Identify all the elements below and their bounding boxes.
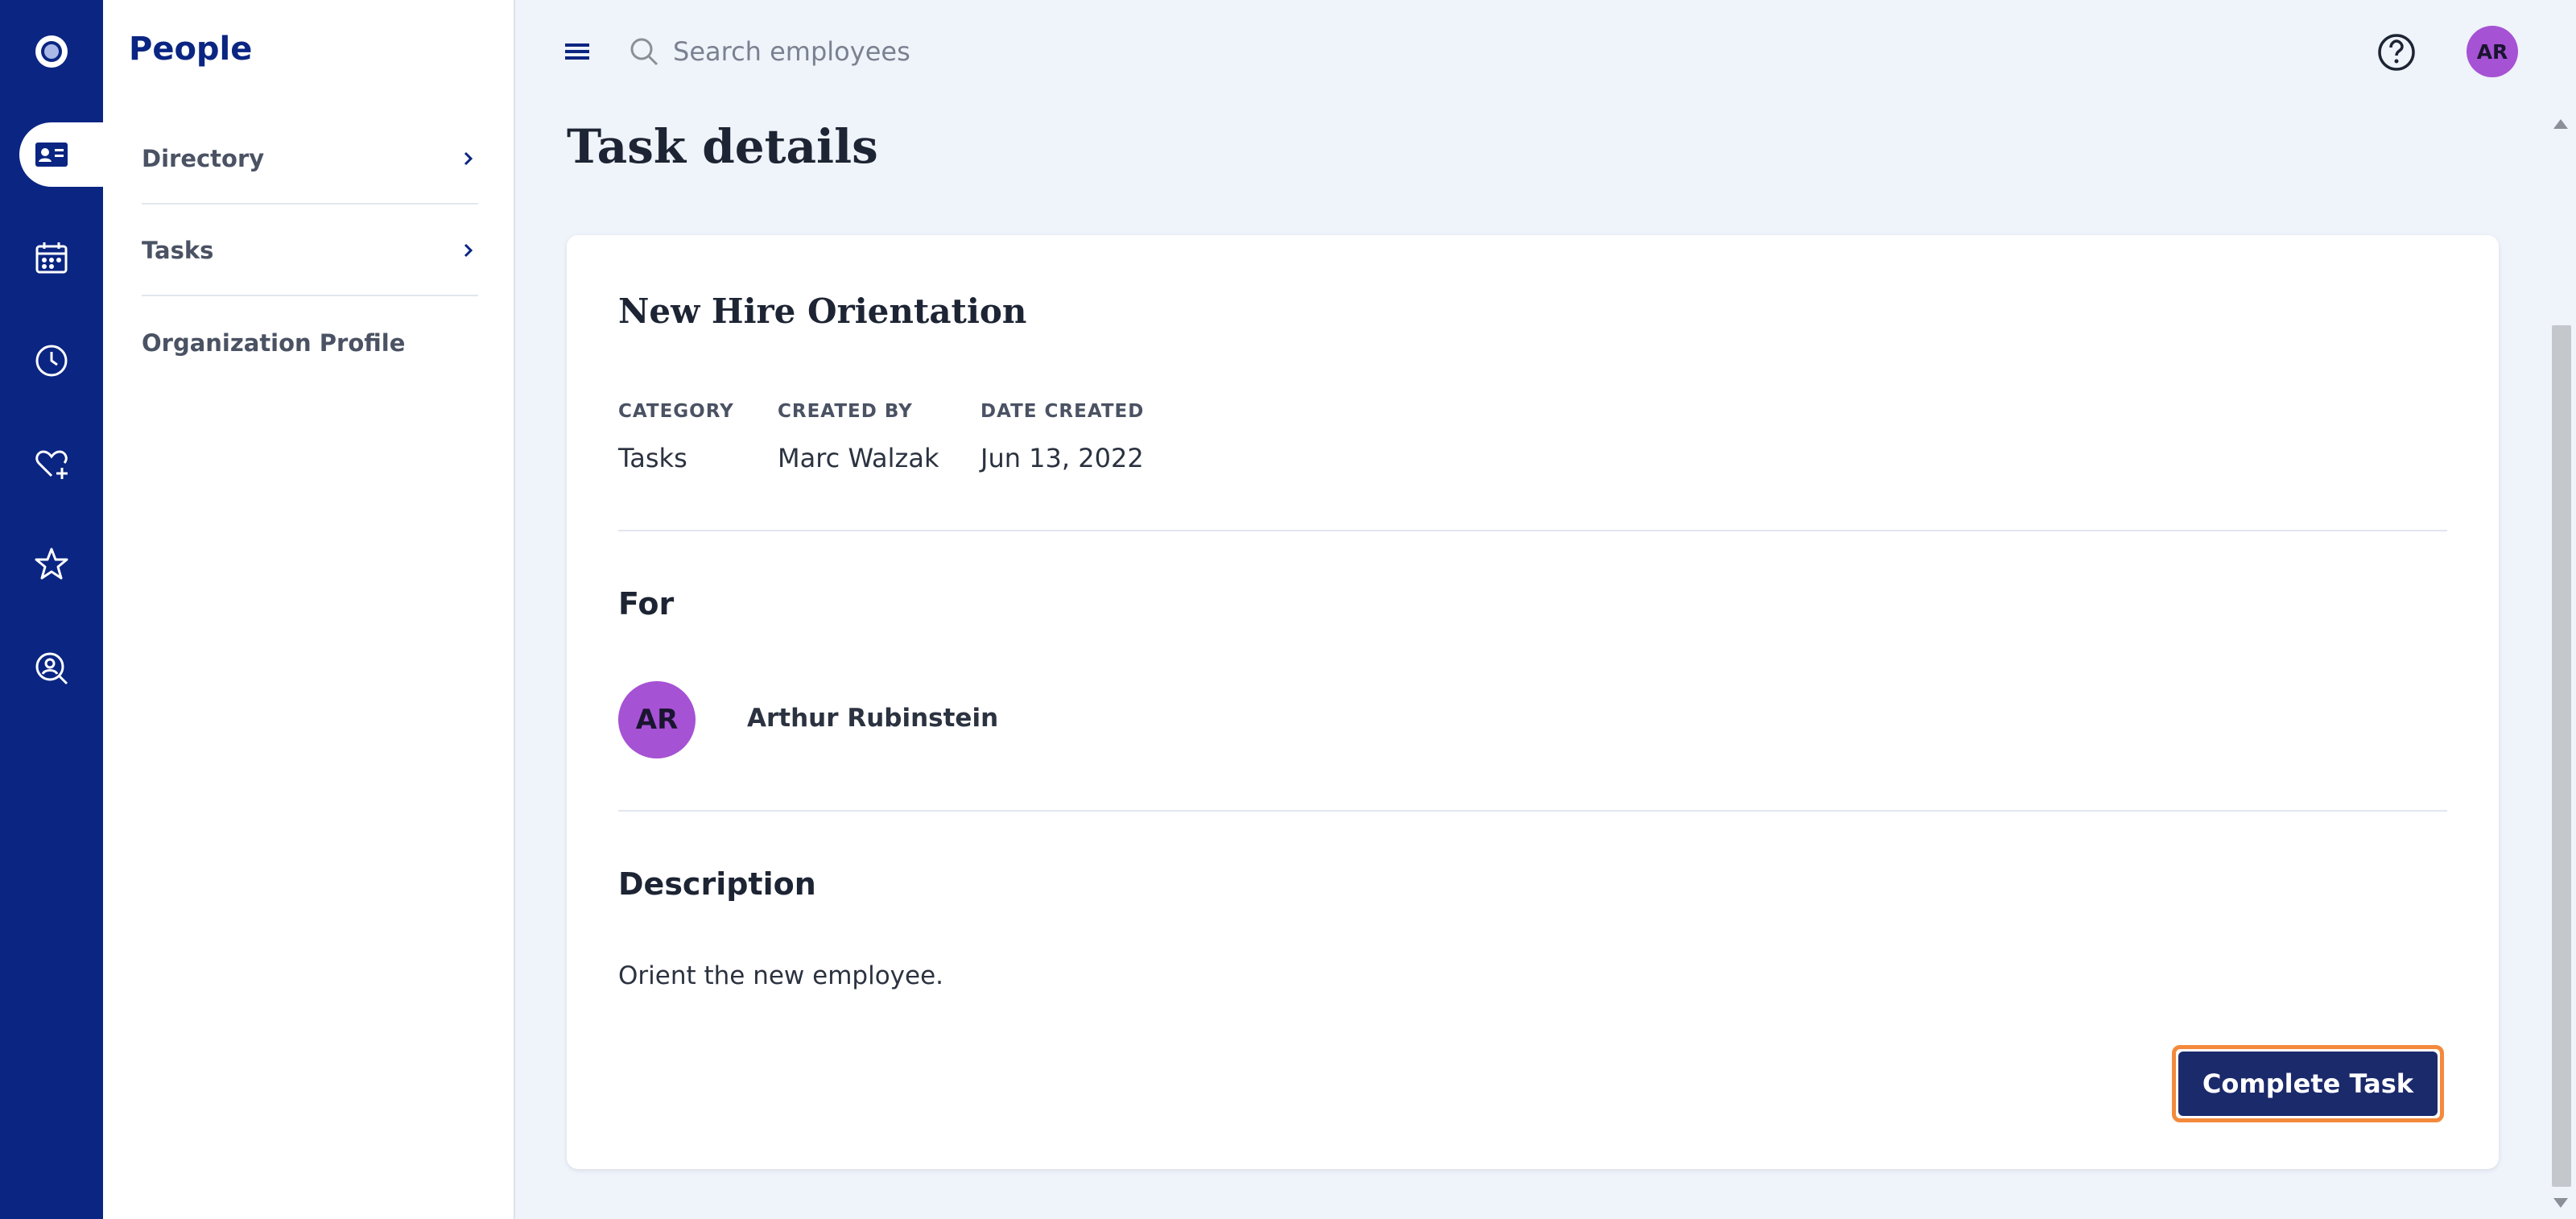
meta-label: CREATED BY [778, 401, 913, 422]
assignee-avatar: AR [618, 681, 696, 758]
chevron-right-icon [464, 151, 473, 166]
scroll-thumb[interactable] [2552, 325, 2571, 1187]
hamburger-menu-icon[interactable] [564, 35, 592, 68]
people-card-icon[interactable] [0, 122, 103, 187]
meta-date-created: DATE CREATED Jun 13, 2022 [980, 401, 1144, 473]
sidebar-title: People [129, 31, 253, 68]
meta-created-by: CREATED BY Marc Walzak [778, 401, 939, 473]
heart-plus-icon[interactable] [0, 432, 103, 496]
app-rail [0, 0, 103, 1219]
logo-icon[interactable] [0, 19, 103, 84]
page-scrollbar[interactable] [2547, 108, 2576, 1219]
divider [618, 810, 2447, 812]
description-heading: Description [618, 866, 816, 902]
meta-value: Marc Walzak [778, 443, 939, 473]
assignee-name: Arthur Rubinstein [747, 704, 999, 733]
user-avatar[interactable]: AR [2467, 26, 2518, 77]
sidebar-item-label: Tasks [142, 237, 214, 264]
chevron-right-icon [464, 243, 473, 258]
sidebar-item-directory[interactable]: Directory [142, 114, 478, 205]
person-search-icon[interactable] [0, 636, 103, 700]
complete-task-label: Complete Task [2178, 1052, 2438, 1116]
sidebar-item-organization-profile[interactable]: Organization Profile [142, 298, 478, 388]
scroll-down-arrow-icon[interactable] [2553, 1198, 2568, 1208]
task-title: New Hire Orientation [618, 291, 1027, 331]
sidebar-item-label: Directory [142, 145, 265, 172]
people-sidebar: People Directory Tasks Organization Prof… [103, 0, 515, 1219]
meta-label: DATE CREATED [980, 401, 1145, 422]
search-input[interactable] [673, 29, 1397, 74]
meta-category: CATEGORY Tasks [618, 401, 734, 473]
sidebar-item-label: Organization Profile [142, 329, 406, 357]
sidebar-item-tasks[interactable]: Tasks [142, 206, 478, 296]
clock-icon[interactable] [0, 329, 103, 393]
for-heading: For [618, 586, 675, 622]
meta-value: Tasks [618, 443, 687, 473]
top-header: AR [515, 0, 2576, 103]
calendar-icon[interactable] [0, 225, 103, 290]
help-icon[interactable] [2376, 32, 2417, 72]
search-icon [630, 38, 658, 66]
divider [618, 530, 2447, 531]
page-title: Task details [567, 119, 878, 174]
meta-label: CATEGORY [618, 401, 734, 422]
task-card: New Hire Orientation CATEGORY Tasks CREA… [567, 235, 2499, 1169]
scroll-up-arrow-icon[interactable] [2553, 119, 2568, 129]
description-text: Orient the new employee. [618, 961, 944, 990]
complete-task-button[interactable]: Complete Task [2172, 1045, 2444, 1122]
star-icon[interactable] [0, 531, 103, 596]
meta-value: Jun 13, 2022 [980, 443, 1144, 473]
